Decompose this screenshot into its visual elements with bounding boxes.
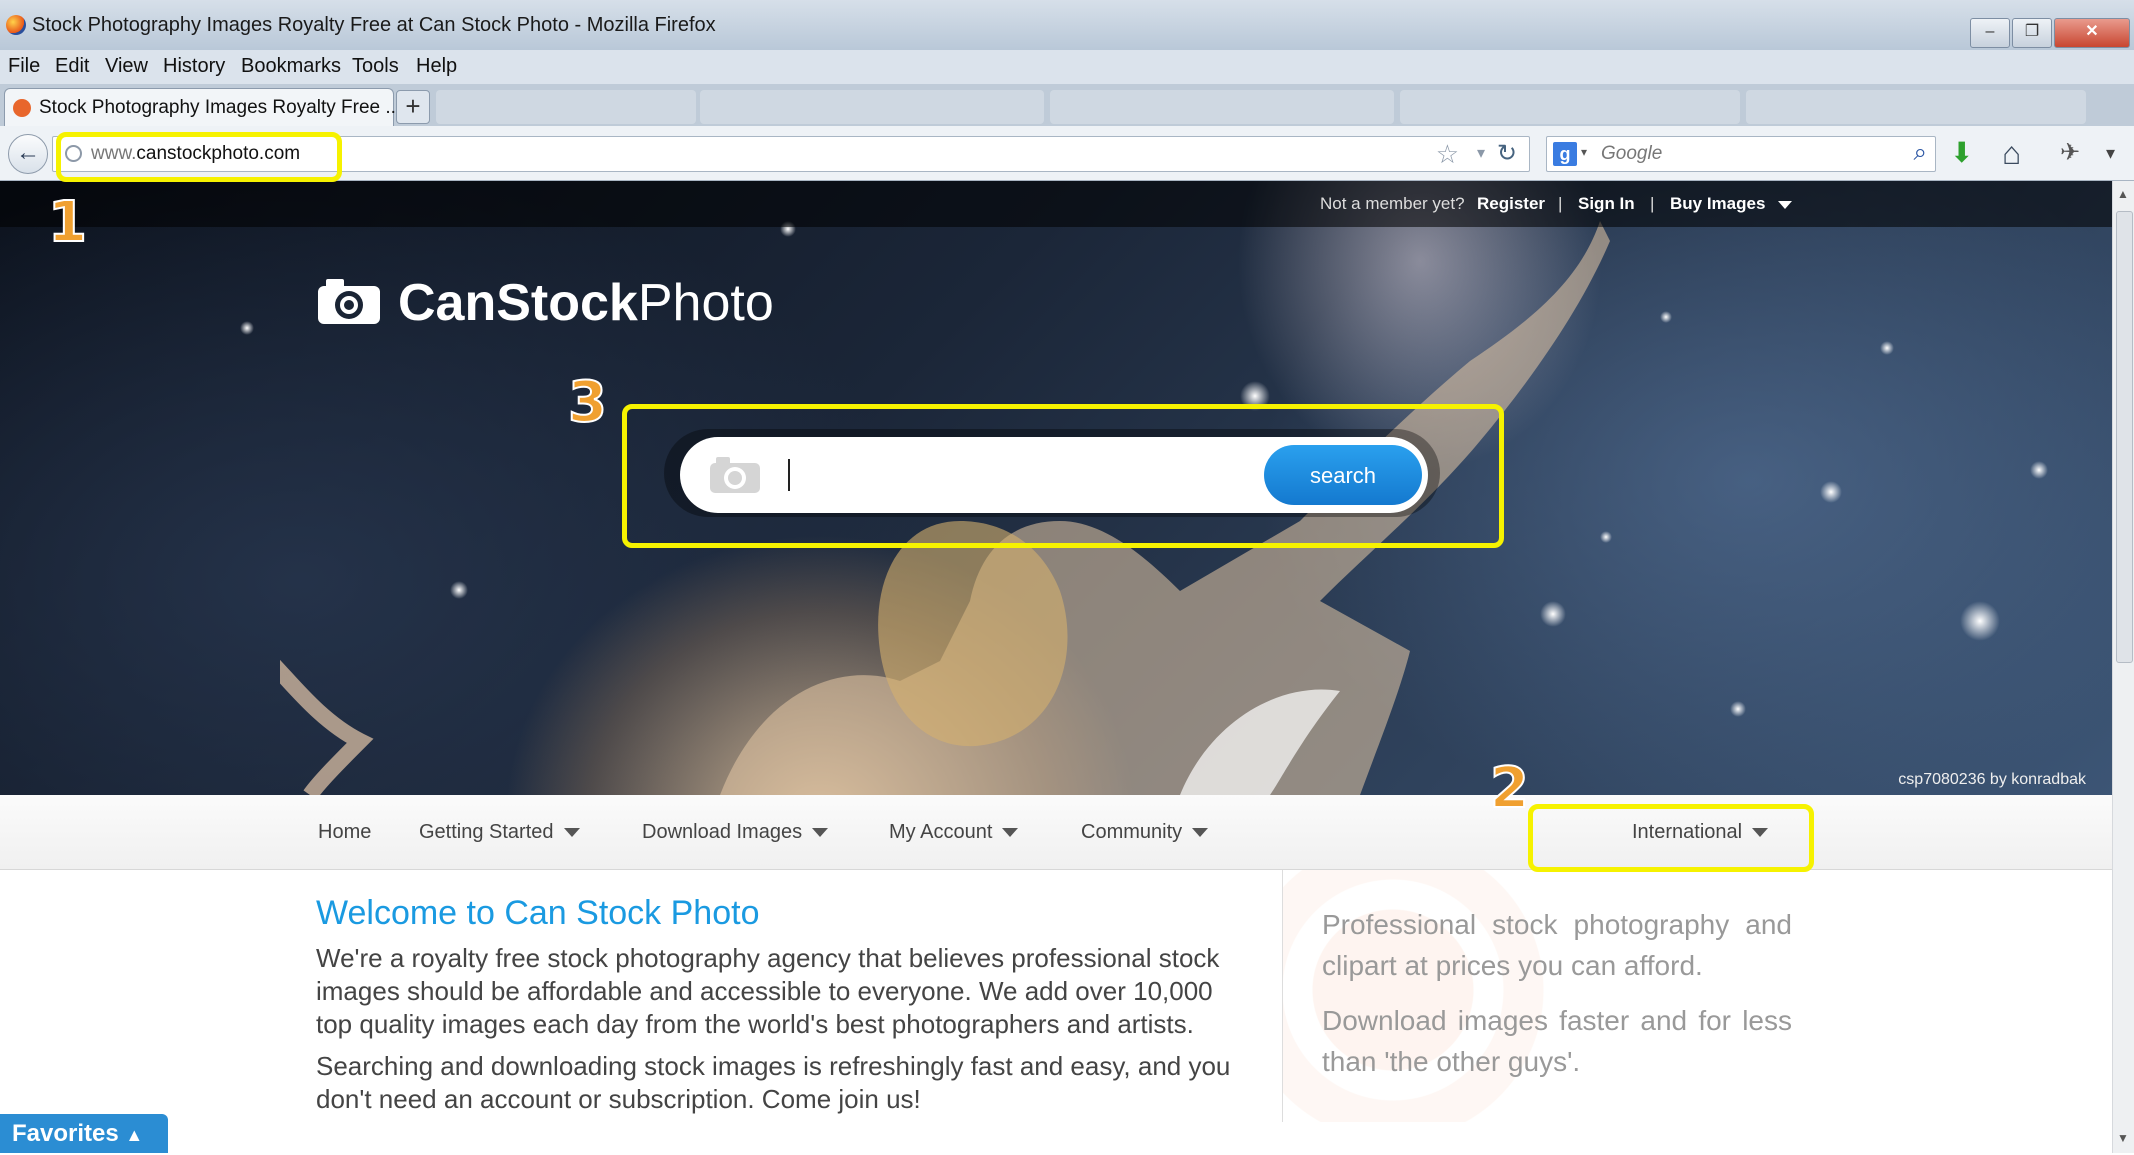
url-history-dropdown-icon[interactable]: ▾ (1477, 143, 1485, 163)
side-tagline-1: Professional stock photography and clipa… (1322, 909, 1792, 981)
nav-community[interactable]: Community (1081, 821, 1209, 844)
chevron-down-icon (812, 828, 829, 838)
tab-active[interactable]: Stock Photography Images Royalty Free ..… (4, 88, 401, 127)
menu-history[interactable]: History (163, 55, 225, 78)
sparkle (1960, 601, 2000, 641)
intro-paragraph: We're a royalty free stock photography a… (316, 943, 1220, 1039)
bookmark-star-icon[interactable]: ☆ (1436, 139, 1459, 170)
not-member-text: Not a member yet? (1320, 194, 1465, 213)
scroll-up-icon[interactable]: ▲ (2117, 187, 2129, 201)
menu-help[interactable]: Help (416, 55, 457, 78)
nav-my-account-label: My Account (889, 821, 993, 843)
site-top-nav: Not a member yet? Register | Sign In | B… (0, 181, 2112, 227)
sparkle (240, 321, 254, 335)
engine-dropdown-icon[interactable]: ▾ (1581, 145, 1587, 159)
logo-bold-text: CanStock (398, 274, 638, 332)
sparkle (1730, 701, 1746, 717)
scroll-down-icon[interactable]: ▼ (2117, 1131, 2129, 1145)
window-title: Stock Photography Images Royalty Free at… (32, 14, 716, 36)
new-tab-button[interactable]: + (396, 90, 430, 124)
back-button[interactable]: ← (8, 134, 48, 174)
page-scrollbar[interactable]: ▲ ▼ (2112, 181, 2134, 1153)
menu-file[interactable]: File (8, 55, 40, 78)
welcome-heading: Welcome to Can Stock Photo (316, 894, 760, 932)
register-link[interactable]: Register (1477, 194, 1545, 214)
chevron-down-icon (1192, 828, 1209, 838)
menu-edit[interactable]: Edit (55, 55, 89, 78)
logo-camera-icon (318, 279, 380, 324)
separator: | (1650, 194, 1655, 213)
annotation-number-1: 1 (47, 189, 88, 256)
background-tab[interactable] (700, 90, 1044, 124)
nav-home[interactable]: Home (318, 821, 371, 844)
chevron-up-icon: ▲ (125, 1125, 144, 1145)
annotation-number-2: 2 (1489, 755, 1530, 822)
background-tab[interactable] (436, 90, 696, 124)
nav-home-label: Home (318, 821, 372, 843)
side-tagline-2: Download images faster and for less than… (1322, 1005, 1792, 1077)
site-logo[interactable]: CanStockPhoto (398, 273, 774, 333)
favorites-tab[interactable]: Favorites ▲ (0, 1114, 168, 1153)
home-icon[interactable]: ⌂ (2002, 137, 2021, 169)
menu-view[interactable]: View (105, 55, 148, 78)
nav-download-images[interactable]: Download Images (642, 821, 829, 844)
scrollbar-thumb[interactable] (2116, 211, 2133, 663)
search-placeholder: Google (1601, 143, 1663, 164)
nav-my-account[interactable]: My Account (889, 821, 1019, 844)
photo-credit: csp7080236 by konradbak (1898, 771, 2086, 788)
sparkle (2030, 461, 2048, 479)
separator: | (1558, 194, 1563, 213)
menu-bar: File Edit View History Bookmarks Tools H… (0, 50, 2134, 84)
minimize-button[interactable]: – (1970, 18, 2010, 48)
close-button[interactable]: ✕ (2054, 18, 2130, 48)
downloads-icon[interactable]: ⬇ (1950, 138, 1973, 168)
annotation-number-3: 3 (567, 369, 608, 436)
chevron-down-icon (1002, 828, 1019, 838)
nav-community-label: Community (1081, 821, 1183, 843)
search-engine-box[interactable]: g ▾ Google ⌕ (1546, 136, 1936, 172)
restore-button[interactable]: ❐ (2012, 18, 2052, 48)
nav-getting-started[interactable]: Getting Started (419, 821, 580, 844)
buy-images-link[interactable]: Buy Images (1670, 194, 1765, 214)
nav-download-images-label: Download Images (642, 821, 803, 843)
menu-tools[interactable]: Tools (352, 55, 399, 78)
chevron-down-icon[interactable] (1778, 201, 1792, 209)
signup-paragraph: Searching and downloading stock images i… (316, 1051, 1231, 1114)
annotation-box-2 (1528, 804, 1814, 872)
annotation-box-3 (622, 404, 1504, 548)
reload-icon[interactable]: ↻ (1497, 139, 1517, 168)
logo-light-text: Photo (637, 274, 774, 332)
background-tab[interactable] (1400, 90, 1740, 124)
sparkle (1880, 341, 1894, 355)
annotation-box-1 (56, 132, 342, 182)
tab-bar: Stock Photography Images Royalty Free ..… (0, 84, 2134, 127)
firefox-menu-icon[interactable]: ▾ (2106, 138, 2115, 168)
sign-in-link[interactable]: Sign In (1578, 194, 1635, 214)
search-magnifier-icon[interactable]: ⌕ (1914, 139, 1927, 167)
site-favicon-icon (13, 99, 31, 117)
nav-getting-started-label: Getting Started (419, 821, 554, 843)
addons-icon[interactable]: ✈ (2060, 138, 2080, 168)
google-icon[interactable]: g (1553, 142, 1577, 166)
sparkle (1820, 481, 1842, 503)
background-tab[interactable] (1746, 90, 2086, 124)
tab-label: Stock Photography Images Royalty Free ..… (39, 97, 402, 118)
background-tab[interactable] (1050, 90, 1394, 124)
chevron-down-icon (563, 828, 580, 838)
favorites-label: Favorites (12, 1120, 119, 1147)
firefox-icon (6, 15, 26, 35)
menu-bookmarks[interactable]: Bookmarks (241, 55, 341, 78)
window-titlebar: Stock Photography Images Royalty Free at… (0, 0, 2134, 50)
